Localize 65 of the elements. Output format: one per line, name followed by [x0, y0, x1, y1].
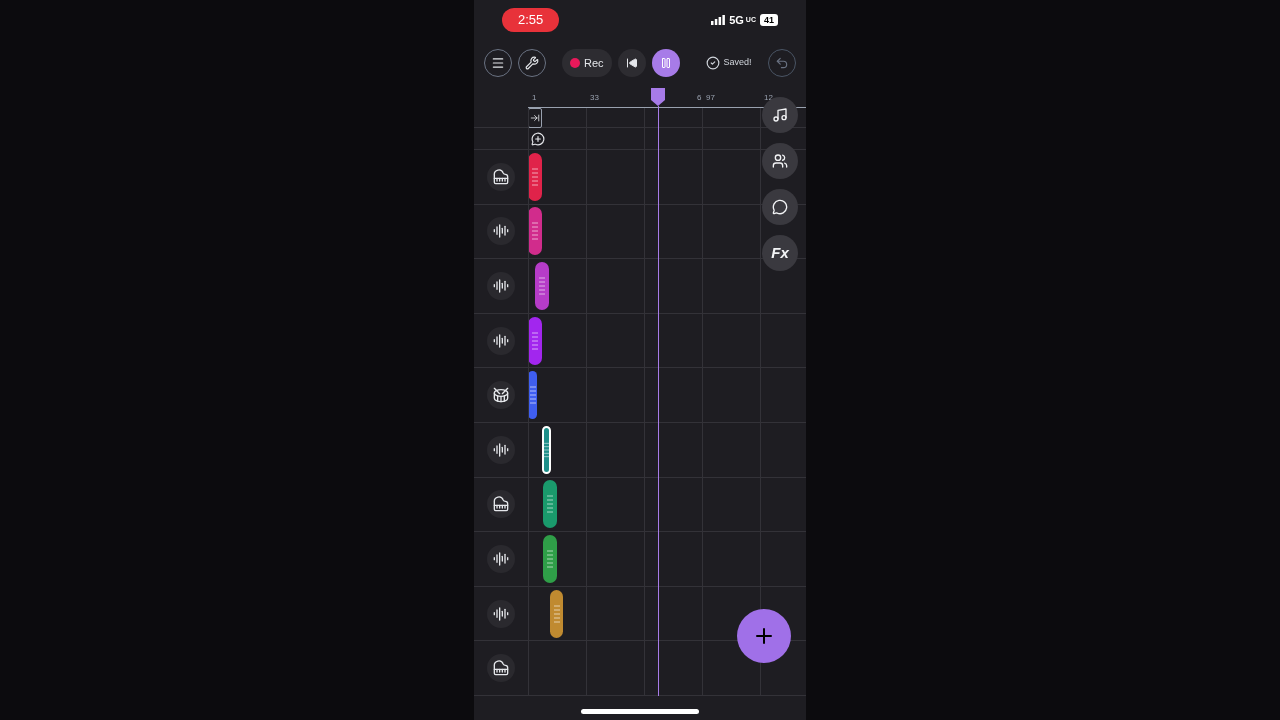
ruler-label: 12 — [764, 92, 773, 104]
menu-icon — [491, 56, 505, 70]
ruler-label: 97 — [706, 92, 715, 104]
clip-pattern-icon — [553, 603, 560, 624]
clip-pattern-icon — [532, 166, 538, 187]
speech-bubble-icon — [772, 199, 788, 215]
music-button[interactable] — [762, 97, 798, 133]
users-button[interactable] — [762, 143, 798, 179]
battery-indicator: 41 — [760, 14, 778, 26]
playhead[interactable] — [651, 88, 665, 696]
clip-pattern-icon — [547, 548, 553, 569]
waveform-icon — [493, 332, 509, 349]
clip[interactable] — [535, 262, 549, 310]
clip[interactable] — [528, 371, 537, 420]
piano-icon — [493, 660, 509, 677]
record-button[interactable]: Rec — [562, 49, 612, 77]
waveform-icon — [493, 223, 509, 240]
track-button[interactable] — [487, 490, 515, 519]
track-button[interactable] — [487, 217, 515, 246]
ruler-label: 6 — [697, 92, 702, 104]
pause-icon — [659, 57, 672, 69]
network-label: 5G — [729, 12, 744, 28]
wrench-icon — [525, 56, 539, 70]
pause-button[interactable] — [651, 49, 680, 77]
comment-button[interactable] — [762, 189, 798, 225]
add-comment-icon[interactable] — [531, 131, 545, 146]
clip-pattern-icon — [547, 494, 553, 515]
clip[interactable] — [543, 480, 557, 529]
waveform-icon — [493, 441, 509, 458]
track-button[interactable] — [487, 599, 515, 628]
clip[interactable] — [542, 425, 551, 474]
track-button[interactable] — [487, 326, 515, 355]
track-button[interactable] — [487, 435, 515, 464]
undo-icon — [775, 56, 789, 70]
waveform-icon — [493, 605, 509, 622]
add-track-button[interactable] — [737, 609, 791, 663]
skip-back-button[interactable] — [617, 49, 646, 77]
signal-icon — [711, 15, 726, 25]
track-button[interactable] — [487, 272, 515, 300]
ruler-label: 1 — [532, 92, 537, 104]
skip-back-icon — [625, 57, 638, 69]
clip[interactable] — [550, 589, 563, 638]
track-button[interactable] — [487, 381, 515, 410]
track-button[interactable] — [487, 162, 515, 191]
drum-icon — [493, 387, 509, 404]
track-button[interactable] — [487, 544, 515, 573]
piano-icon — [493, 496, 509, 513]
users-icon — [772, 153, 788, 169]
check-icon — [705, 56, 720, 70]
clip-pattern-icon — [529, 385, 536, 406]
ruler-label: 33 — [590, 92, 599, 104]
clip[interactable] — [543, 534, 557, 583]
clip-pattern-icon — [532, 221, 538, 242]
clip-pattern-icon — [539, 276, 545, 296]
waveform-icon — [493, 550, 509, 567]
piano-icon — [493, 168, 509, 185]
arrow-to-line-icon — [530, 113, 540, 123]
time-pill: 2:55 — [502, 8, 560, 32]
fx-button[interactable]: Fx — [762, 235, 798, 271]
track-button[interactable] — [487, 654, 515, 683]
music-note-icon — [772, 107, 788, 123]
save-status: Saved! — [723, 56, 752, 70]
waveform-icon — [493, 278, 509, 294]
clip-pattern-icon — [532, 330, 538, 351]
playhead-handle-icon — [651, 88, 665, 106]
